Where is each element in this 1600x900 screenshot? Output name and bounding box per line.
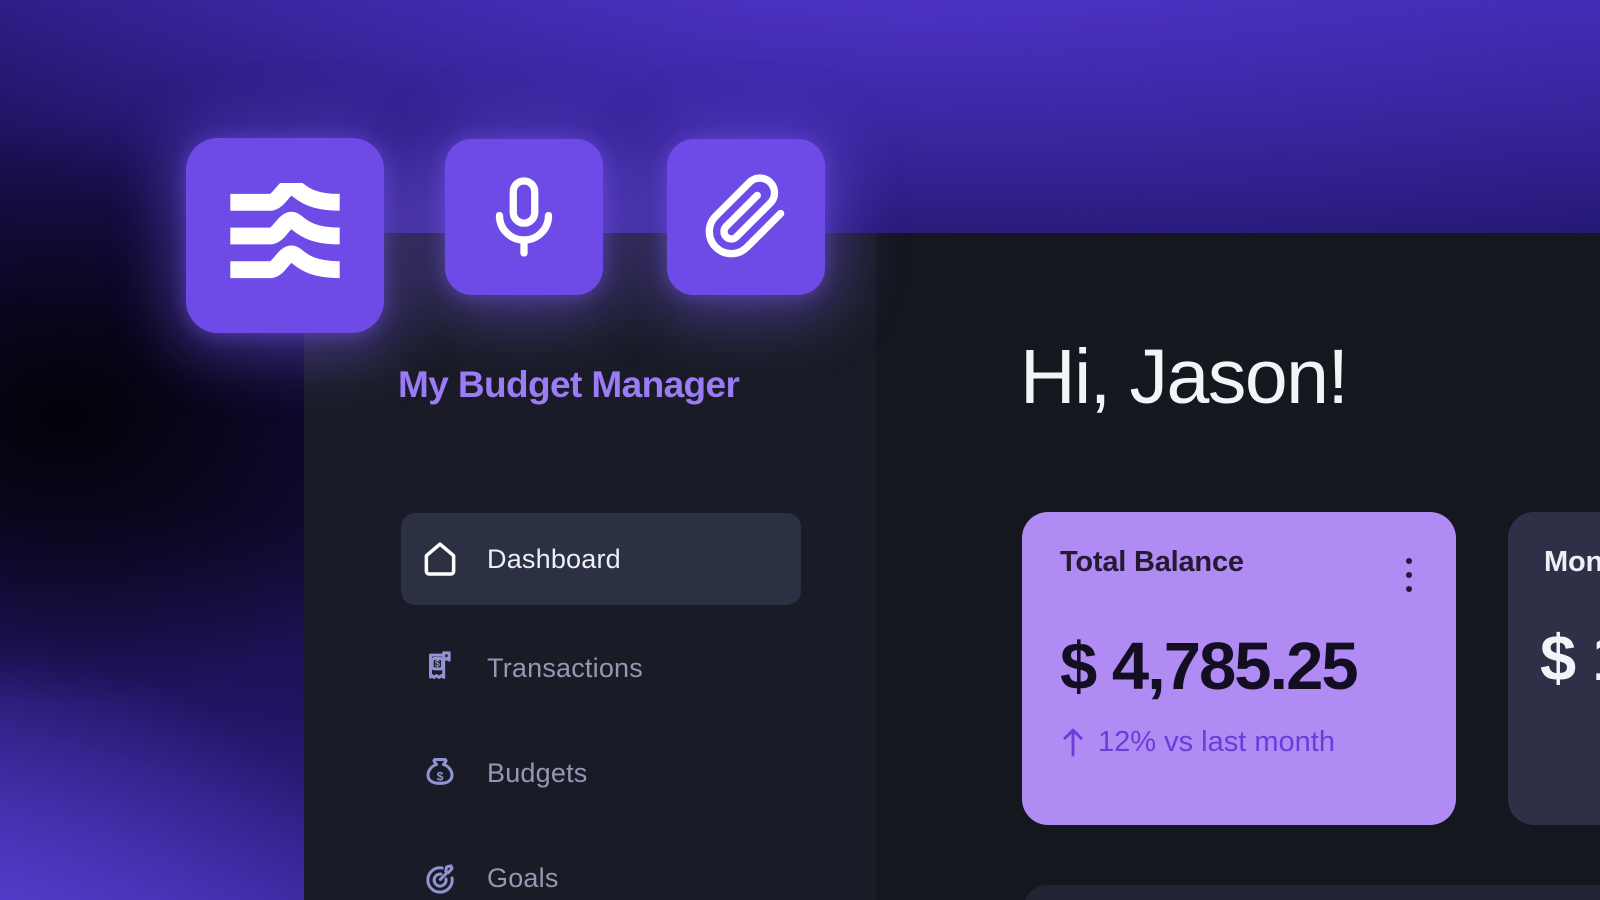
balance-trend: 12% vs last month [1060,725,1335,759]
app-window: My Budget Manager Dashboard [304,233,1600,900]
app-logo-button[interactable] [186,138,384,333]
sidebar-item-label: Budgets [487,758,587,789]
voice-input-button[interactable] [445,139,603,295]
money-bag-icon: $ [419,752,461,794]
dashboard-content: Hi, Jason! Total Balance $ 4,785.25 12% … [876,233,1600,900]
paperclip-icon [702,173,790,261]
sidebar-item-goals[interactable]: Goals [401,832,801,900]
budget-app-screen: My Budget Manager Dashboard [0,0,1600,900]
balance-amount: $ 4,785.25 [1060,628,1357,705]
total-balance-card: Total Balance $ 4,785.25 12% vs last mon… [1022,512,1456,825]
target-dart-icon [419,857,461,899]
kebab-menu-icon[interactable] [1400,548,1418,602]
sidebar-item-budgets[interactable]: $ Budgets [401,727,801,819]
sidebar: My Budget Manager Dashboard [304,233,876,900]
card-title: Mon [1544,546,1600,578]
home-icon [419,538,461,580]
trend-text: 12% vs last month [1098,726,1335,759]
card-title: Total Balance [1060,546,1244,579]
trend-up-arrow-icon [1060,725,1086,759]
attachment-button[interactable] [667,139,825,295]
sidebar-item-label: Goals [487,863,559,894]
app-title: My Budget Manager [398,364,739,406]
monthly-amount: $ 1 [1540,620,1600,695]
sidebar-item-transactions[interactable]: $ Transactions [401,622,801,714]
svg-text:$: $ [435,659,441,669]
svg-text:$: $ [437,769,444,783]
sidebar-item-dashboard[interactable]: Dashboard [401,513,801,605]
card-header: Total Balance [1060,546,1418,602]
monthly-card: Mon $ 1 [1508,512,1600,825]
sidebar-item-label: Transactions [487,653,643,684]
lower-section-card [1022,885,1600,900]
waves-logo-icon [224,183,346,289]
sidebar-item-label: Dashboard [487,544,621,575]
microphone-icon [478,169,570,265]
receipt-dollar-icon: $ [419,647,461,689]
greeting-heading: Hi, Jason! [1020,333,1347,422]
